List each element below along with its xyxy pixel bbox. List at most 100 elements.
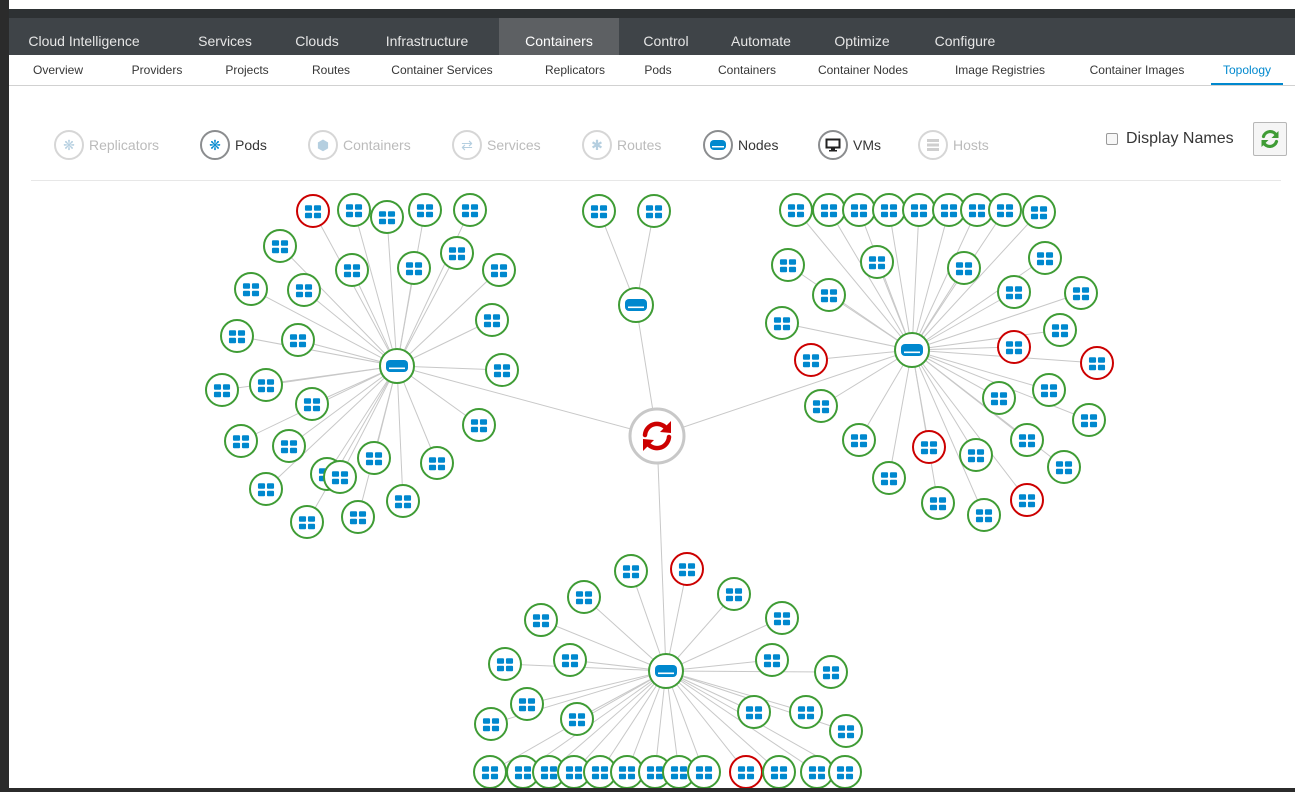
pod-node[interactable]	[814, 655, 848, 689]
pod-node[interactable]	[220, 319, 254, 353]
pod-cube	[797, 712, 806, 721]
pod-node[interactable]	[224, 424, 258, 458]
pod-node[interactable]	[779, 193, 813, 227]
pod-node[interactable]	[357, 441, 391, 475]
pod-error-node[interactable]	[1080, 346, 1114, 380]
pod-node[interactable]	[205, 373, 239, 407]
pod-error-node[interactable]	[670, 552, 704, 586]
pod-node[interactable]	[828, 755, 862, 788]
pod-node[interactable]	[323, 460, 357, 494]
pod-node[interactable]	[510, 687, 544, 721]
pod-node[interactable]	[967, 498, 1001, 532]
node-right[interactable]	[894, 332, 930, 368]
pod-node[interactable]	[560, 702, 594, 736]
pod-node[interactable]	[1022, 195, 1056, 229]
pod-node[interactable]	[263, 229, 297, 263]
pod-node[interactable]	[485, 353, 519, 387]
pod-node[interactable]	[370, 200, 404, 234]
pod-node[interactable]	[408, 193, 442, 227]
pod-node[interactable]	[804, 389, 838, 423]
pod-node[interactable]	[637, 194, 671, 228]
pod-error-node[interactable]	[729, 755, 763, 788]
pod-node[interactable]	[982, 381, 1016, 415]
pod-node[interactable]	[860, 245, 894, 279]
pod-node[interactable]	[988, 193, 1022, 227]
pod-node[interactable]	[234, 272, 268, 306]
pod-node[interactable]	[829, 714, 863, 748]
pod-node[interactable]	[337, 193, 371, 227]
node-left[interactable]	[379, 348, 415, 384]
pod-node[interactable]	[524, 603, 558, 637]
pod-node[interactable]	[687, 755, 721, 788]
pod-node[interactable]	[440, 236, 474, 270]
pod-cube	[266, 378, 275, 386]
pod-node[interactable]	[614, 554, 648, 588]
pod-node[interactable]	[474, 707, 508, 741]
pod-node[interactable]	[249, 368, 283, 402]
pod-ring	[902, 193, 936, 227]
pod-node[interactable]	[902, 193, 936, 227]
pod-node[interactable]	[335, 253, 369, 287]
pod-node[interactable]	[789, 695, 823, 729]
pod-node[interactable]	[272, 429, 306, 463]
node-center[interactable]	[618, 287, 654, 323]
pod-cube	[1080, 413, 1089, 421]
provider-node[interactable]	[628, 407, 686, 465]
pod-node[interactable]	[473, 755, 507, 788]
pod-node[interactable]	[1028, 241, 1062, 275]
pod-node[interactable]	[771, 248, 805, 282]
pod-cube	[532, 613, 541, 621]
pod-node[interactable]	[295, 387, 329, 421]
pod-node[interactable]	[997, 275, 1031, 309]
pod-node[interactable]	[812, 278, 846, 312]
pod-node[interactable]	[553, 643, 587, 677]
pod-cube	[461, 203, 470, 211]
pod-node[interactable]	[290, 505, 324, 539]
pod-node[interactable]	[475, 303, 509, 337]
pod-node[interactable]	[717, 577, 751, 611]
pod-cube	[940, 203, 949, 211]
pod-node[interactable]	[582, 194, 616, 228]
pod-node[interactable]	[959, 438, 993, 472]
pod-node[interactable]	[249, 472, 283, 506]
pod-error-node[interactable]	[1010, 483, 1044, 517]
pod-node[interactable]	[1064, 276, 1098, 310]
pod-node[interactable]	[765, 601, 799, 635]
pod-node[interactable]	[737, 695, 771, 729]
pod-node[interactable]	[921, 486, 955, 520]
pod-error-node[interactable]	[296, 194, 330, 228]
pod-node[interactable]	[1032, 373, 1066, 407]
pod-node[interactable]	[765, 306, 799, 340]
node-bottom[interactable]	[648, 653, 684, 689]
pod-node[interactable]	[453, 193, 487, 227]
pod-node[interactable]	[762, 755, 796, 788]
pod-cube	[405, 261, 414, 269]
pod-error-node[interactable]	[912, 430, 946, 464]
pod-node[interactable]	[1047, 450, 1081, 484]
pod-node[interactable]	[287, 273, 321, 307]
pod-node[interactable]	[567, 580, 601, 614]
pod-node[interactable]	[812, 193, 846, 227]
pod-node[interactable]	[872, 193, 906, 227]
pod-error-node[interactable]	[997, 330, 1031, 364]
pod-node[interactable]	[397, 251, 431, 285]
pod-node[interactable]	[488, 647, 522, 681]
pod-node[interactable]	[755, 643, 789, 677]
node-icon	[625, 299, 647, 311]
pod-node[interactable]	[1072, 403, 1106, 437]
topology-graph[interactable]	[9, 0, 1295, 788]
pod-node[interactable]	[1010, 423, 1044, 457]
pod-error-node[interactable]	[794, 343, 828, 377]
pod-node[interactable]	[281, 323, 315, 357]
pod-node[interactable]	[947, 251, 981, 285]
pod-node[interactable]	[1043, 313, 1077, 347]
pod-node[interactable]	[842, 193, 876, 227]
pod-node[interactable]	[420, 446, 454, 480]
pod-node[interactable]	[386, 484, 420, 518]
pod-node[interactable]	[842, 423, 876, 457]
pod-node[interactable]	[462, 408, 496, 442]
pod-node[interactable]	[482, 253, 516, 287]
pod-cube	[304, 290, 313, 299]
pod-node[interactable]	[872, 461, 906, 495]
pod-node[interactable]	[341, 500, 375, 534]
